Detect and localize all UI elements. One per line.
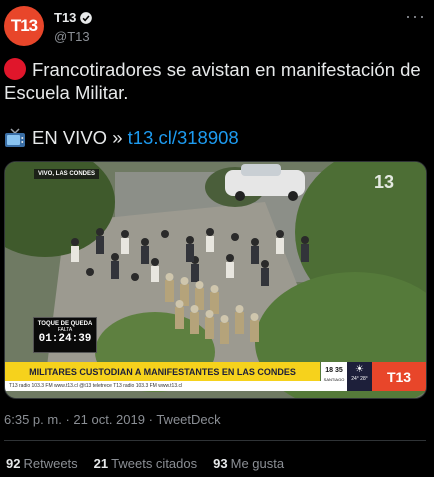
handle[interactable]: @T13 xyxy=(54,29,93,44)
tweet-line-1-text: Francotiradores se avistan en manifestac… xyxy=(4,59,421,103)
clock-box: 18 35 SANTIAGO xyxy=(321,362,347,391)
avatar[interactable]: T13 xyxy=(4,6,44,46)
live-label: EN VIVO » xyxy=(32,127,123,148)
curfew-timer: 01:24:39 xyxy=(38,333,92,345)
retweets-stat[interactable]: 92 Retweets xyxy=(6,456,78,471)
retweets-count: 92 xyxy=(6,456,21,471)
temps-text: 24° 28° xyxy=(351,376,368,382)
tweet-line-1: Francotiradores se avistan en manifestac… xyxy=(4,58,430,104)
author-name-row[interactable]: T13 xyxy=(54,10,93,25)
likes-stat[interactable]: 93 Me gusta xyxy=(213,456,284,471)
quotes-count: 21 xyxy=(93,456,109,471)
quotes-label: Tweets citados xyxy=(111,456,198,471)
tv-icon xyxy=(5,128,25,147)
verified-badge-icon xyxy=(80,11,93,24)
tweet-header: T13 T13 @T13 ··· xyxy=(4,6,430,48)
tweet-text: Francotiradores se avistan en manifestac… xyxy=(4,58,430,149)
divider xyxy=(4,440,426,441)
curfew-box: TOQUE DE QUEDA FALTA 01:24:39 xyxy=(33,317,97,353)
meta-separator-1: · xyxy=(65,412,70,427)
meta-separator-2: · xyxy=(148,412,153,427)
location-tag: VIVO, LAS CONDES xyxy=(34,169,100,179)
tweet-source[interactable]: TweetDeck xyxy=(156,412,220,427)
location-tag-text: VIVO, LAS CONDES xyxy=(38,171,96,177)
sun-icon: ☀ xyxy=(355,364,364,375)
channel-watermark: 13 xyxy=(374,172,394,193)
likes-label: Me gusta xyxy=(230,456,285,471)
city-text: SANTIAGO xyxy=(323,377,345,382)
clock-text: 18 35 xyxy=(325,367,343,374)
tweet-date[interactable]: 21 oct. 2019 xyxy=(73,412,145,427)
tweet-line-2: EN VIVO » t13.cl/318908 xyxy=(4,126,430,149)
likes-count: 93 xyxy=(213,456,228,471)
ticker-text: T13 radio 103.3 FM www.t13.cl @t13 telet… xyxy=(9,383,183,389)
tweet-meta: 6:35 p. m. · 21 oct. 2019 · TweetDeck xyxy=(4,412,221,427)
author-block: T13 @T13 xyxy=(54,9,93,44)
tweet-time[interactable]: 6:35 p. m. xyxy=(4,412,62,427)
tweet-link[interactable]: t13.cl/318908 xyxy=(128,127,239,148)
display-name[interactable]: T13 xyxy=(54,10,76,25)
news-banner: MILITARES CUSTODIAN A MANIFESTANTES EN L… xyxy=(5,362,320,381)
retweets-label: Retweets xyxy=(23,456,78,471)
t13-logo: T13 xyxy=(372,362,426,391)
red-circle-icon xyxy=(4,58,26,80)
quotes-stat[interactable]: 21 Tweets citados xyxy=(94,456,197,471)
tweet-stats: 92 Retweets 21 Tweets citados 93 Me gusta xyxy=(6,456,284,471)
logo-text: T13 xyxy=(386,368,412,385)
video-thumbnail[interactable]: VIVO, LAS CONDES 13 TOQUE DE QUEDA FALTA… xyxy=(4,161,427,399)
watermark-text: 13 xyxy=(373,172,394,192)
news-ticker: T13 radio 103.3 FM www.t13.cl @t13 telet… xyxy=(5,381,324,391)
headline-text: MILITARES CUSTODIAN A MANIFESTANTES EN L… xyxy=(29,366,296,377)
weather-box: ☀ 24° 28° xyxy=(347,362,372,391)
more-options-icon[interactable]: ··· xyxy=(405,6,426,27)
